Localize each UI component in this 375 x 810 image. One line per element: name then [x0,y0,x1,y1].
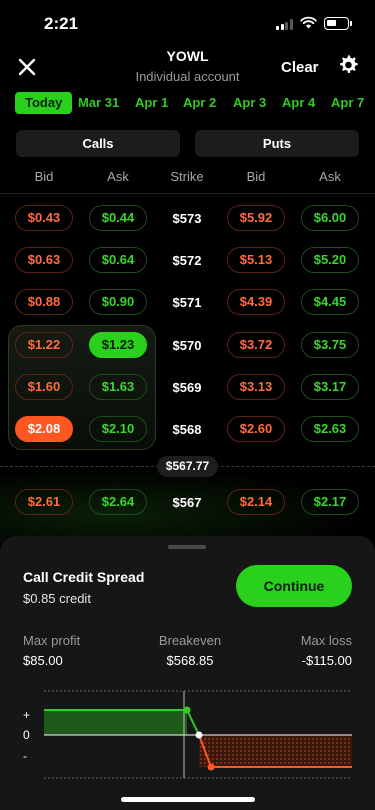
current-price-badge: $567.77 [157,456,218,477]
call-ask-chip[interactable]: $0.90 [89,289,147,315]
call-ask-chip[interactable]: $1.63 [89,374,147,400]
put-ask-chip[interactable]: $3.17 [301,374,359,400]
column-header-put-ask: Ask [319,169,341,184]
put-ask-chip[interactable]: $3.75 [301,332,359,358]
call-bid-chip[interactable]: $0.63 [15,247,73,273]
y-label-minus: - [23,749,27,763]
header: YOWL Individual account Clear [0,46,375,88]
call-ask-chip[interactable]: $2.64 [89,489,147,515]
wifi-icon [300,16,317,29]
profit-loss-chart: + 0 - [23,690,352,779]
y-label-zero: 0 [23,728,30,742]
call-bid-chip-selected[interactable]: $2.08 [15,416,73,442]
breakeven-point [195,731,203,739]
put-bid-chip[interactable]: $2.60 [227,416,285,442]
max-loss-value: -$115.00 [301,653,352,668]
call-ask-chip-selected[interactable]: $1.23 [89,332,147,358]
side-tabs: Calls Puts [0,130,375,157]
put-bid-chip[interactable]: $4.39 [227,289,285,315]
date-tab[interactable]: Apr 3 [233,92,266,114]
clear-button[interactable]: Clear [281,59,319,76]
put-ask-chip[interactable]: $2.63 [301,416,359,442]
call-ask-chip[interactable]: $0.44 [89,205,147,231]
put-bid-chip[interactable]: $3.72 [227,332,285,358]
call-bid-chip[interactable]: $1.60 [15,374,73,400]
call-ask-chip[interactable]: $0.64 [89,247,147,273]
put-bid-chip[interactable]: $5.13 [227,247,285,273]
max-loss-label: Max loss [300,633,352,648]
date-tab[interactable]: Apr 7 [331,92,364,114]
home-indicator[interactable] [121,797,255,802]
expiration-tabs: Today Mar 31 Apr 1 Apr 2 Apr 3 Apr 4 Apr… [0,92,375,116]
put-ask-chip[interactable]: $4.45 [301,289,359,315]
signal-icon [276,19,294,30]
put-bid-chip[interactable]: $5.92 [227,205,285,231]
strike-price: $570 [172,338,202,353]
column-header-call-bid: Bid [34,169,54,184]
tab-puts[interactable]: Puts [195,130,359,157]
continue-button[interactable]: Continue [236,565,352,607]
column-header-call-ask: Ask [107,169,129,184]
divider [0,193,375,194]
strategy-name: Call Credit Spread [23,569,145,585]
y-label-plus: + [23,708,30,722]
put-ask-chip[interactable]: $6.00 [301,205,359,231]
strike-price: $569 [172,380,202,395]
profit-area [44,710,187,735]
strike-price: $571 [172,295,202,310]
date-tab[interactable]: Apr 4 [282,92,315,114]
strike-price: $568 [172,422,202,437]
tab-calls[interactable]: Calls [16,130,180,157]
short-strike-point [183,706,191,714]
battery-icon [324,17,352,30]
put-bid-chip[interactable]: $3.13 [227,374,285,400]
column-header-strike: Strike [170,169,204,184]
strategy-sheet: Call Credit Spread $0.85 credit Continue… [0,536,375,810]
date-tab-today[interactable]: Today [15,92,73,114]
put-ask-chip[interactable]: $2.17 [301,489,359,515]
long-strike-point [207,763,215,771]
date-tab[interactable]: Mar 31 [78,92,119,114]
status-time: 2:21 [44,14,79,33]
date-tab[interactable]: Apr 1 [135,92,168,114]
column-header-put-bid: Bid [246,169,266,184]
call-bid-chip[interactable]: $0.88 [15,289,73,315]
date-tab[interactable]: Apr 2 [183,92,216,114]
strike-price: $572 [172,253,202,268]
call-bid-chip[interactable]: $1.22 [15,332,73,358]
call-bid-chip[interactable]: $2.61 [15,489,73,515]
credit-amount: $0.85 credit [23,591,91,606]
strike-price: $573 [172,211,202,226]
loss-area-texture [199,735,352,767]
call-ask-chip[interactable]: $2.10 [89,416,147,442]
put-bid-chip[interactable]: $2.14 [227,489,285,515]
sheet-grabber[interactable] [168,545,206,549]
gear-icon[interactable] [337,54,359,76]
strike-price: $567 [172,495,202,510]
status-bar: 2:21 [0,0,375,46]
put-ask-chip[interactable]: $5.20 [301,247,359,273]
call-bid-chip[interactable]: $0.43 [15,205,73,231]
